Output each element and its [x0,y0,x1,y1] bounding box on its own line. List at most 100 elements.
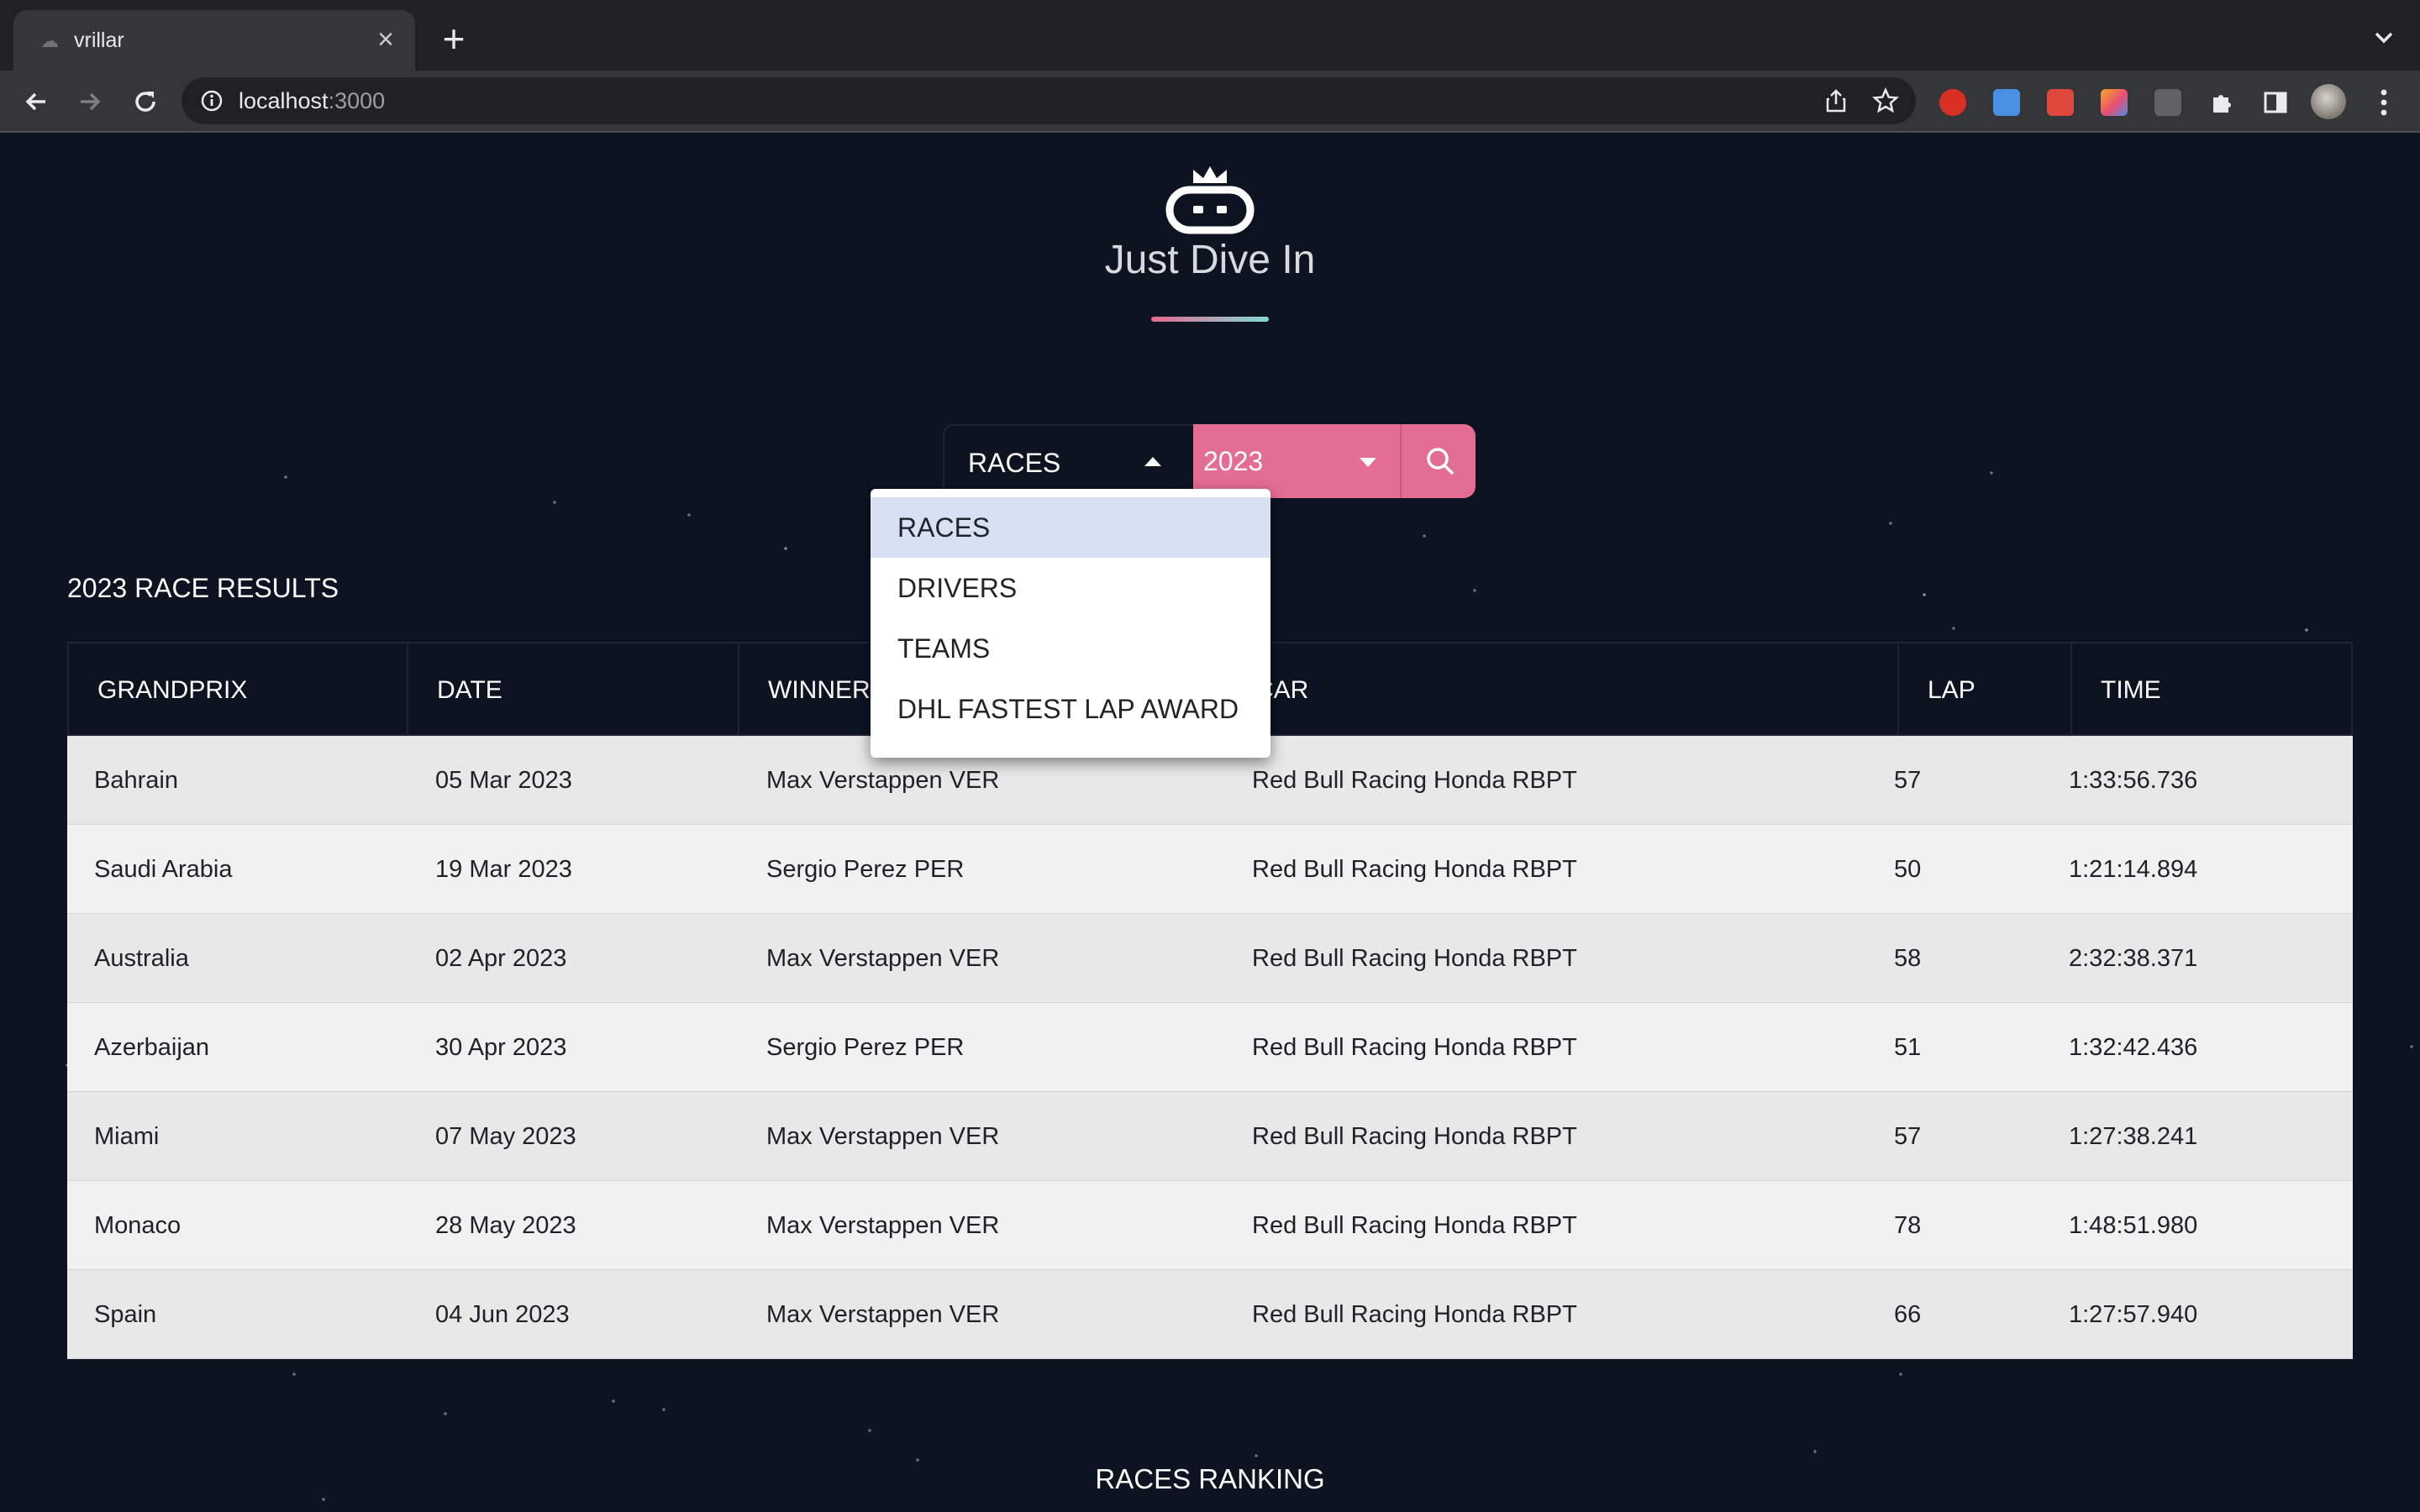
cell-date: 19 Mar 2023 [435,856,572,883]
table-body: Bahrain 05 Mar 2023 Max Verstappen VER Red … [67,736,2353,1359]
cell-car: Red Bull Racing Honda RBPT [1252,1123,1577,1150]
search-form: RACES 2023 [943,424,1476,498]
cell-winner: Max Verstappen VER [766,1123,1000,1150]
extension-adblock-icon[interactable] [1939,89,1966,116]
caret-up-icon [1144,457,1161,466]
share-icon[interactable] [1823,88,1849,113]
site-info-icon[interactable] [200,89,224,113]
brand-underline [1151,317,1269,322]
extension-robot-icon[interactable] [2154,89,2181,116]
column-header-grandprix: GRANDPRIX [69,643,408,738]
option-drivers[interactable]: DRIVERS [871,558,1270,618]
new-tab-button[interactable]: + [435,19,472,59]
browser-toolbar: localhost:3000 [0,71,2420,133]
results-title: 2023 RACE RESULTS [67,573,339,603]
cell-winner: Max Verstappen VER [766,1301,1000,1328]
bookmark-star-icon[interactable] [1872,87,1899,114]
browser-tab[interactable]: ☁ vrillar × [13,10,415,71]
cell-winner: Max Verstappen VER [766,1212,1000,1239]
forward-arrow-icon [81,92,101,111]
table-row: Azerbaijan 30 Apr 2023 Sergio Perez PER Red… [67,1003,2353,1092]
year-select[interactable]: 2023 [1193,424,1400,498]
cell-grandprix: Azerbaijan [94,1034,210,1061]
url-text: localhost:3000 [239,88,386,113]
cell-grandprix: Saudi Arabia [94,856,233,883]
type-options-menu: RACES DRIVERS TEAMS DHL FASTEST LAP AWAR… [871,489,1270,758]
table-row: Saudi Arabia 19 Mar 2023 Sergio Perez PER R… [67,825,2353,914]
cell-winner: Sergio Perez PER [766,856,965,883]
cell-lap: 57 [1894,1123,1922,1150]
table-row: Miami 07 May 2023 Max Verstappen VER Red Bu… [67,1092,2353,1181]
column-header-date: DATE [408,643,739,738]
cell-time: 2:32:38.371 [2069,945,2198,972]
extension-drop-icon[interactable] [1993,89,2020,116]
cell-lap: 57 [1894,767,1922,794]
cell-grandprix: Monaco [94,1212,182,1239]
cell-date: 30 Apr 2023 [435,1034,567,1061]
extensions-puzzle-icon[interactable] [2208,89,2235,116]
ranking-title: RACES RANKING [1095,1463,1325,1494]
column-header-time: TIME [2101,676,2161,704]
type-select-value: RACES [968,448,1061,478]
table-row: Monaco 28 May 2023 Max Verstappen VER Red B… [67,1181,2353,1270]
cell-time: 1:27:38.241 [2069,1123,2198,1150]
browser-menu-icon[interactable] [2370,86,2398,119]
column-header-car: CAR [1227,643,1899,738]
caret-down-icon [1360,458,1376,467]
cell-date: 04 Jun 2023 [435,1301,570,1328]
table-row: Australia 02 Apr 2023 Max Verstappen VER Re… [67,914,2353,1003]
cell-date: 02 Apr 2023 [435,945,567,972]
profile-avatar[interactable] [2311,84,2346,119]
type-select[interactable]: RACES [943,424,1195,498]
table-row: Spain 04 Jun 2023 Max Verstappen VER Red Bu… [67,1270,2353,1359]
cell-car: Red Bull Racing Honda RBPT [1252,1301,1577,1328]
cell-grandprix: Miami [94,1123,160,1150]
cell-grandprix: Spain [94,1301,157,1328]
crowned-robot-logo-icon [1165,166,1255,234]
favicon-icon: ☁ [40,30,59,51]
brand-title: Just Dive In [1104,238,1316,282]
option-races[interactable]: RACES [871,497,1270,558]
cell-car: Red Bull Racing Honda RBPT [1252,856,1577,883]
cell-lap: 66 [1894,1301,1922,1328]
cell-lap: 51 [1894,1034,1922,1061]
cell-grandprix: Australia [94,945,189,972]
reload-icon [135,92,155,112]
column-header-lap: LAP [1899,643,2072,738]
cell-date: 05 Mar 2023 [435,767,572,794]
cell-grandprix: Bahrain [94,767,178,794]
extension-color-picker-icon[interactable] [2101,89,2128,116]
cell-lap: 50 [1894,856,1922,883]
cell-car: Red Bull Racing Honda RBPT [1252,767,1577,794]
cell-car: Red Bull Racing Honda RBPT [1252,945,1577,972]
extension-gear-icon[interactable] [2047,89,2074,116]
tab-close-icon[interactable]: × [370,24,402,55]
cell-date: 28 May 2023 [435,1212,576,1239]
cell-lap: 78 [1894,1212,1922,1239]
search-button[interactable] [1400,424,1476,498]
tab-title: vrillar [74,29,124,52]
cell-date: 07 May 2023 [435,1123,576,1150]
cell-car: Red Bull Racing Honda RBPT [1252,1034,1577,1061]
cell-winner: Sergio Perez PER [766,1034,965,1061]
option-teams[interactable]: TEAMS [871,618,1270,679]
back-arrow-icon [25,92,45,111]
tab-strip: ☁ vrillar × + [0,0,2420,71]
cell-time: 1:33:56.736 [2069,767,2198,794]
cell-time: 1:21:14.894 [2069,856,2198,883]
cell-car: Red Bull Racing Honda RBPT [1252,1212,1577,1239]
tab-list-chevron-icon[interactable] [2371,25,2396,50]
reload-button[interactable] [126,82,165,121]
option-fastest-lap-award[interactable]: DHL FASTEST LAP AWARD [871,679,1270,739]
cell-winner: Max Verstappen VER [766,945,1000,972]
forward-button[interactable] [71,82,109,121]
address-bar[interactable]: localhost:3000 [182,77,1916,124]
page-content: Just Dive In RACES 2023 RACES DRIVERS TE… [0,133,2420,1512]
search-icon [1427,448,1455,475]
back-button[interactable] [17,82,55,121]
side-panel-icon[interactable] [2262,89,2289,116]
cell-time: 1:32:42.436 [2069,1034,2198,1061]
year-select-value: 2023 [1203,446,1264,476]
cell-lap: 58 [1894,945,1922,972]
cell-time: 1:48:51.980 [2069,1212,2198,1239]
